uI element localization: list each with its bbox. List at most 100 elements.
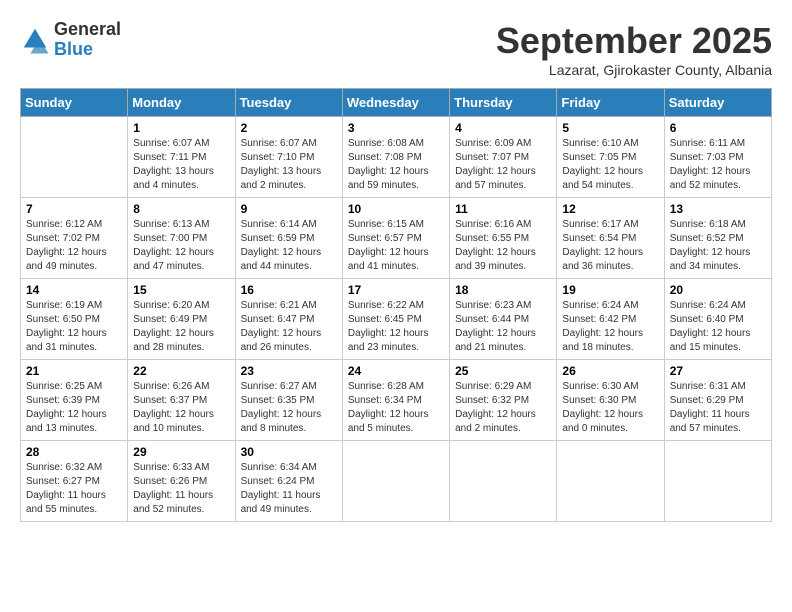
cell-w4-d5: 25 Sunrise: 6:29 AMSunset: 6:32 PMDayligh… [450, 360, 557, 441]
cell-w1-d5: 4Sunrise: 6:09 AMSunset: 7:07 PMDaylight… [450, 117, 557, 198]
day-number: 12 [562, 202, 658, 216]
cell-w3-d5: 18Sunrise: 6:23 AMSunset: 6:44 PMDayligh… [450, 279, 557, 360]
logo-blue-label: Blue [54, 40, 121, 60]
day-number: 21 [26, 364, 122, 378]
day-number: 10 [348, 202, 444, 216]
day-info: Sunrise: 6:27 AMSunset: 6:35 PMDaylight:… [241, 380, 337, 436]
cell-w3-d3: 16 Sunrise: 6:21 AMSunset: 6:47 PMDayligh… [235, 279, 342, 360]
logo-icon [20, 25, 50, 55]
day-info: Sunrise: 6:34 AMSunset: 6:24 PMDaylight:… [241, 461, 337, 517]
col-sunday: Sunday [21, 89, 128, 117]
day-info: Sunrise: 6:16 AMSunset: 6:55 PMDaylight:… [455, 218, 551, 274]
day-number: 13 [670, 202, 766, 216]
day-info: Sunrise: 6:09 AMSunset: 7:07 PMDaylight:… [455, 137, 551, 193]
day-number: 15 [133, 283, 229, 297]
title-block: September 2025 Lazarat, Gjirokaster Coun… [496, 20, 772, 78]
cell-w2-d6: 12 Sunrise: 6:17 AMSunset: 6:54 PMDayligh… [557, 198, 664, 279]
cell-w4-d4: 24Sunrise: 6:28 AMSunset: 6:34 PMDayligh… [342, 360, 449, 441]
day-number: 28 [26, 445, 122, 459]
calendar-body: 1Sunrise: 6:07 AMSunset: 7:11 PMDaylight… [21, 117, 772, 522]
day-info: Sunrise: 6:19 AMSunset: 6:50 PMDaylight:… [26, 299, 122, 355]
day-number: 27 [670, 364, 766, 378]
day-info: Sunrise: 6:31 AMSunset: 6:29 PMDaylight:… [670, 380, 766, 436]
day-number: 23 [241, 364, 337, 378]
day-number: 18 [455, 283, 551, 297]
day-info: Sunrise: 6:29 AMSunset: 6:32 PMDaylight:… [455, 380, 551, 436]
day-number: 7 [26, 202, 122, 216]
cell-w5-d1: 28Sunrise: 6:32 AMSunset: 6:27 PMDayligh… [21, 441, 128, 522]
day-info: Sunrise: 6:25 AMSunset: 6:39 PMDaylight:… [26, 380, 122, 436]
day-number: 11 [455, 202, 551, 216]
day-info: Sunrise: 6:11 AMSunset: 7:03 PMDaylight:… [670, 137, 766, 193]
day-number: 14 [26, 283, 122, 297]
day-number: 29 [133, 445, 229, 459]
day-info: Sunrise: 6:24 AMSunset: 6:40 PMDaylight:… [670, 299, 766, 355]
week-row-4: 21 Sunrise: 6:25 AMSunset: 6:39 PMDayligh… [21, 360, 772, 441]
cell-w2-d1: 7Sunrise: 6:12 AMSunset: 7:02 PMDaylight… [21, 198, 128, 279]
page-header: General Blue September 2025 Lazarat, Gji… [20, 20, 772, 78]
week-row-1: 1Sunrise: 6:07 AMSunset: 7:11 PMDaylight… [21, 117, 772, 198]
day-info: Sunrise: 6:14 AMSunset: 6:59 PMDaylight:… [241, 218, 337, 274]
day-number: 30 [241, 445, 337, 459]
logo: General Blue [20, 20, 121, 60]
cell-w3-d6: 19 Sunrise: 6:24 AMSunset: 6:42 PMDayligh… [557, 279, 664, 360]
day-number: 17 [348, 283, 444, 297]
day-info: Sunrise: 6:20 AMSunset: 6:49 PMDaylight:… [133, 299, 229, 355]
day-number: 2 [241, 121, 337, 135]
day-info: Sunrise: 6:33 AMSunset: 6:26 PMDaylight:… [133, 461, 229, 517]
header-row: Sunday Monday Tuesday Wednesday Thursday… [21, 89, 772, 117]
cell-w4-d6: 26Sunrise: 6:30 AMSunset: 6:30 PMDayligh… [557, 360, 664, 441]
cell-w4-d3: 23 Sunrise: 6:27 AMSunset: 6:35 PMDayligh… [235, 360, 342, 441]
day-number: 5 [562, 121, 658, 135]
col-saturday: Saturday [664, 89, 771, 117]
day-info: Sunrise: 6:17 AMSunset: 6:54 PMDaylight:… [562, 218, 658, 274]
calendar-table: Sunday Monday Tuesday Wednesday Thursday… [20, 88, 772, 522]
cell-w4-d7: 27 Sunrise: 6:31 AMSunset: 6:29 PMDayligh… [664, 360, 771, 441]
day-number: 6 [670, 121, 766, 135]
cell-w4-d2: 22Sunrise: 6:26 AMSunset: 6:37 PMDayligh… [128, 360, 235, 441]
cell-w4-d1: 21 Sunrise: 6:25 AMSunset: 6:39 PMDayligh… [21, 360, 128, 441]
cell-w1-d2: 1Sunrise: 6:07 AMSunset: 7:11 PMDaylight… [128, 117, 235, 198]
cell-w1-d3: 2 Sunrise: 6:07 AMSunset: 7:10 PMDaylight… [235, 117, 342, 198]
day-number: 24 [348, 364, 444, 378]
day-info: Sunrise: 6:15 AMSunset: 6:57 PMDaylight:… [348, 218, 444, 274]
day-number: 20 [670, 283, 766, 297]
day-number: 16 [241, 283, 337, 297]
day-info: Sunrise: 6:18 AMSunset: 6:52 PMDaylight:… [670, 218, 766, 274]
cell-w5-d5 [450, 441, 557, 522]
cell-w5-d2: 29 Sunrise: 6:33 AMSunset: 6:26 PMDayligh… [128, 441, 235, 522]
month-title: September 2025 [496, 20, 772, 62]
week-row-3: 14 Sunrise: 6:19 AMSunset: 6:50 PMDayligh… [21, 279, 772, 360]
col-friday: Friday [557, 89, 664, 117]
logo-text: General Blue [54, 20, 121, 60]
day-info: Sunrise: 6:21 AMSunset: 6:47 PMDaylight:… [241, 299, 337, 355]
day-number: 19 [562, 283, 658, 297]
cell-w5-d7 [664, 441, 771, 522]
day-number: 22 [133, 364, 229, 378]
day-info: Sunrise: 6:22 AMSunset: 6:45 PMDaylight:… [348, 299, 444, 355]
cell-w2-d4: 10 Sunrise: 6:15 AMSunset: 6:57 PMDayligh… [342, 198, 449, 279]
day-info: Sunrise: 6:07 AMSunset: 7:10 PMDaylight:… [241, 137, 337, 193]
day-number: 1 [133, 121, 229, 135]
cell-w1-d6: 5Sunrise: 6:10 AMSunset: 7:05 PMDaylight… [557, 117, 664, 198]
logo-general-label: General [54, 20, 121, 40]
location-subtitle: Lazarat, Gjirokaster County, Albania [496, 62, 772, 78]
day-info: Sunrise: 6:24 AMSunset: 6:42 PMDaylight:… [562, 299, 658, 355]
cell-w3-d4: 17 Sunrise: 6:22 AMSunset: 6:45 PMDayligh… [342, 279, 449, 360]
day-number: 8 [133, 202, 229, 216]
cell-w1-d1 [21, 117, 128, 198]
week-row-5: 28Sunrise: 6:32 AMSunset: 6:27 PMDayligh… [21, 441, 772, 522]
col-monday: Monday [128, 89, 235, 117]
cell-w2-d7: 13 Sunrise: 6:18 AMSunset: 6:52 PMDayligh… [664, 198, 771, 279]
cell-w1-d4: 3Sunrise: 6:08 AMSunset: 7:08 PMDaylight… [342, 117, 449, 198]
cell-w3-d7: 20 Sunrise: 6:24 AMSunset: 6:40 PMDayligh… [664, 279, 771, 360]
day-number: 9 [241, 202, 337, 216]
col-wednesday: Wednesday [342, 89, 449, 117]
cell-w2-d3: 9 Sunrise: 6:14 AMSunset: 6:59 PMDaylight… [235, 198, 342, 279]
cell-w5-d4 [342, 441, 449, 522]
day-info: Sunrise: 6:08 AMSunset: 7:08 PMDaylight:… [348, 137, 444, 193]
cell-w5-d6 [557, 441, 664, 522]
col-tuesday: Tuesday [235, 89, 342, 117]
cell-w2-d2: 8Sunrise: 6:13 AMSunset: 7:00 PMDaylight… [128, 198, 235, 279]
day-number: 25 [455, 364, 551, 378]
